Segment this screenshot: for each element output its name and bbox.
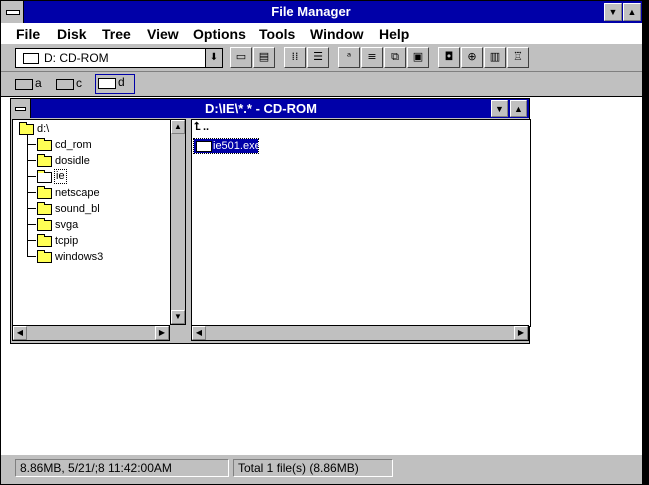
folder-icon: [37, 250, 52, 263]
tree-item-label: ie: [54, 169, 67, 184]
folder-open-icon: [37, 170, 52, 183]
tree-item-label: dosidle: [55, 155, 90, 167]
minimize-button[interactable]: ▼: [604, 3, 622, 21]
menu-tools[interactable]: Tools: [259, 26, 295, 42]
tree-item-label: d:\: [37, 123, 50, 135]
tree-item-label: svga: [55, 219, 79, 231]
menu-file[interactable]: File: [16, 26, 40, 42]
folder-icon: [37, 138, 52, 151]
tree-item-label: windows3: [55, 251, 104, 263]
scrollbar-corner: [170, 325, 186, 341]
file-item-label: ie501.exe: [213, 140, 261, 152]
file-horizontal-scrollbar[interactable]: ◀ ▶: [191, 325, 529, 341]
status-total-info: Total 1 file(s) (8.86MB): [233, 459, 393, 477]
scroll-down-arrow-icon[interactable]: ▼: [171, 310, 185, 324]
connect-network-drive-button[interactable]: ▭: [230, 47, 252, 68]
drive-bar: a c d: [1, 72, 642, 97]
title-bar[interactable]: File Manager ▼ ▲: [1, 1, 642, 23]
scroll-left-arrow-icon[interactable]: ◀: [192, 326, 206, 340]
drive-d[interactable]: d: [95, 74, 135, 94]
drive-c[interactable]: c: [54, 76, 90, 92]
hard-drive-icon: [56, 79, 74, 90]
up-arrow-icon: ⮤: [194, 121, 201, 133]
menu-options[interactable]: Options: [193, 26, 246, 42]
drive-dropdown-arrow-icon[interactable]: ⬇: [205, 49, 222, 67]
sort-by-name-button[interactable]: ᵃ: [338, 47, 360, 68]
folder-icon: [37, 186, 52, 199]
cd-drive-icon: [98, 78, 116, 89]
desktop-background: [642, 0, 649, 485]
status-bar: 8.86MB, 5/21/;8 11:42:00AM Total 1 file(…: [1, 454, 642, 484]
tree-item-label: cd_rom: [55, 139, 92, 151]
floppy-drive-icon: [15, 79, 33, 90]
drive-a[interactable]: a: [13, 76, 49, 92]
menu-bar: File Disk Tree View Options Tools Window…: [1, 23, 642, 45]
tree-item-label: tcpip: [55, 235, 79, 247]
stop-button[interactable]: ♖: [507, 47, 529, 68]
menu-window[interactable]: Window: [310, 26, 364, 42]
up-directory-label: ..: [203, 121, 210, 133]
child-system-menu-icon[interactable]: [11, 99, 31, 118]
maximize-button[interactable]: ▲: [623, 3, 641, 21]
drive-select-value: D: CD-ROM: [44, 51, 109, 65]
system-menu-icon[interactable]: [1, 1, 24, 23]
tree-item-label: netscape: [55, 187, 100, 199]
child-maximize-button[interactable]: ▲: [510, 100, 527, 117]
tree-item-label: sound_bl: [55, 203, 100, 215]
toolbar: D: CD-ROM ⬇ ▭ ▤ ⁞⁞ ☰ ᵃ ≡ ⧉ ▣ ◘ ⊕ ▥ ♖: [1, 44, 642, 72]
file-list-pane[interactable]: ⮤ .. ie501.exe: [191, 119, 531, 327]
sort-by-type-button[interactable]: ≡: [361, 47, 383, 68]
scroll-right-arrow-icon[interactable]: ▶: [155, 326, 169, 340]
folder-open-icon: [19, 122, 34, 135]
folder-icon: [37, 154, 52, 167]
share-as-button[interactable]: ◘: [438, 47, 460, 68]
scroll-up-arrow-icon[interactable]: ▲: [171, 120, 185, 134]
view-name-only-button[interactable]: ☰: [307, 47, 329, 68]
drive-select[interactable]: D: CD-ROM ⬇: [15, 48, 223, 68]
disconnect-network-drive-button[interactable]: ▤: [253, 47, 275, 68]
menu-disk[interactable]: Disk: [57, 26, 87, 42]
directory-window: D:\IE\*.* - CD-ROM ▼ ▲ d:\ cd_rom dosidl…: [10, 98, 531, 344]
executable-icon: [196, 141, 212, 152]
view-all-details-button[interactable]: ⁞⁞: [284, 47, 306, 68]
sort-by-size-button[interactable]: ⧉: [384, 47, 406, 68]
stop-sharing-button[interactable]: ⊕: [461, 47, 483, 68]
status-selection-info: 8.86MB, 5/21/;8 11:42:00AM: [15, 459, 229, 477]
menu-help[interactable]: Help: [379, 26, 409, 42]
drive-d-label: d: [118, 75, 125, 89]
folder-icon: [37, 234, 52, 247]
drive-a-label: a: [35, 76, 42, 90]
drive-c-label: c: [76, 76, 82, 90]
cd-drive-icon: [23, 53, 39, 64]
directory-tree-pane[interactable]: d:\ cd_rom dosidle ie netscape sound_bl: [12, 119, 172, 327]
folder-icon: [37, 202, 52, 215]
tree-horizontal-scrollbar[interactable]: ◀ ▶: [12, 325, 170, 341]
menu-tree[interactable]: Tree: [102, 26, 131, 42]
file-item-ie501-exe[interactable]: ie501.exe: [193, 138, 261, 154]
properties-button[interactable]: ▥: [484, 47, 506, 68]
scroll-right-arrow-icon[interactable]: ▶: [514, 326, 528, 340]
tree-vertical-scrollbar[interactable]: ▲ ▼: [170, 119, 186, 325]
scroll-left-arrow-icon[interactable]: ◀: [13, 326, 27, 340]
window-title: File Manager: [271, 4, 351, 19]
folder-icon: [37, 218, 52, 231]
child-minimize-button[interactable]: ▼: [491, 100, 508, 117]
menu-view[interactable]: View: [147, 26, 179, 42]
file-manager-window: File Manager ▼ ▲ File Disk Tree View Opt…: [0, 0, 643, 484]
directory-window-title-bar[interactable]: D:\IE\*.* - CD-ROM ▼ ▲: [11, 99, 529, 118]
sort-by-date-button[interactable]: ▣: [407, 47, 429, 68]
directory-window-title: D:\IE\*.* - CD-ROM: [205, 101, 317, 116]
